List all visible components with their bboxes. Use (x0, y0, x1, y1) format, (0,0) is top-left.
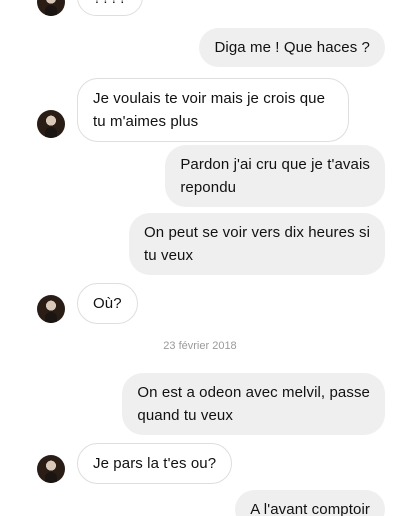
message-bubble-outgoing[interactable]: A l'avant comptoir (235, 490, 385, 516)
message-bubble-incoming[interactable]: Je pars la t'es ou? (77, 443, 233, 484)
message-bubble-incoming[interactable]: Où? (77, 283, 138, 324)
contact-avatar[interactable] (37, 295, 65, 323)
message-bubble-outgoing[interactable]: Diga me ! Que haces ? (199, 28, 385, 67)
message-bubble-outgoing[interactable]: Pardon j'ai cru que je t'avais repondu (165, 145, 385, 207)
message-bubble-outgoing[interactable]: On peut se voir vers dix heures si tu ve… (129, 213, 385, 275)
contact-avatar[interactable] (37, 455, 65, 483)
contact-avatar[interactable] (37, 110, 65, 138)
message-bubble-incoming[interactable]: ???? (77, 0, 143, 16)
date-separator: 23 février 2018 (163, 340, 237, 352)
contact-avatar[interactable] (37, 0, 65, 16)
message-bubble-outgoing[interactable]: On est a odeon avec melvil, passe quand … (122, 373, 385, 435)
message-bubble-incoming[interactable]: Je voulais te voir mais je crois que tu … (77, 78, 349, 142)
